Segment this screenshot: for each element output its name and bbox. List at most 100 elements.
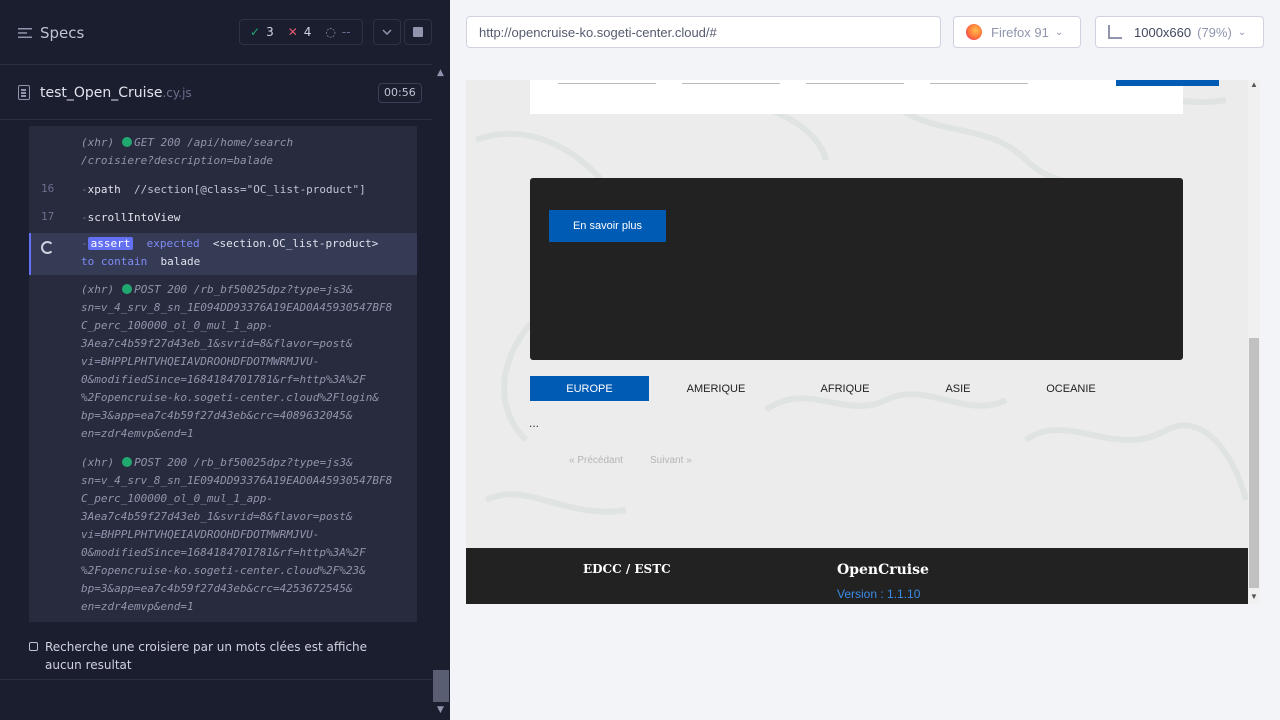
xhr-url-cont: sn=v_4_srv_8_sn_1E094DD93376A19EAD0A4593… <box>81 301 393 314</box>
status-dot-icon <box>122 284 133 294</box>
cross-icon: ✕ <box>287 25 298 39</box>
scroll-up-icon[interactable]: ▲ <box>437 68 444 78</box>
tab-asie[interactable]: ASIE <box>921 376 995 401</box>
status-dot-icon <box>122 457 133 467</box>
spinner-icon: ◌ <box>325 25 336 39</box>
scroll-up-icon[interactable]: ▲ <box>1250 80 1258 89</box>
tab-amerique[interactable]: AMERIQUE <box>666 376 766 401</box>
xhr-url-cont: C_perc_100000_ol_0_mul_1_app- <box>81 319 274 332</box>
viewport-info[interactable]: 1000x660 (79%) ⌄ <box>1095 16 1264 48</box>
chevron-down-icon: ⌄ <box>1054 26 1064 38</box>
scrollbar-thumb[interactable] <box>433 670 449 702</box>
status-dot-icon <box>122 137 133 147</box>
command-row[interactable]: 16 -xpath //section[@class="OC_list-prod… <box>29 179 417 201</box>
pager-previous[interactable]: « Précédant <box>569 455 623 466</box>
test-status-icon <box>29 642 38 651</box>
runner-scrollbar[interactable] <box>432 64 450 720</box>
xhr-url-cont: en=zdr4emvp&end=1 <box>81 600 194 613</box>
spec-file-header: test_Open_Cruise.cy.js 00:56 <box>0 64 450 120</box>
pending-count: -- <box>341 25 351 39</box>
learn-more-button[interactable]: En savoir plus <box>549 210 666 242</box>
aut-panel: http://opencruise-ko.sogeti-center.cloud… <box>450 0 1280 720</box>
assert-verb: to contain <box>81 255 148 268</box>
tab-afrique[interactable]: AFRIQUE <box>796 376 894 401</box>
search-field[interactable] <box>558 80 656 84</box>
xhr-url-cont: sn=v_4_srv_8_sn_1E094DD93376A19EAD0A4593… <box>81 474 393 487</box>
promo-banner: En savoir plus <box>530 178 1183 360</box>
command-name: scrollIntoView <box>87 211 181 224</box>
chevron-down-icon: ⌄ <box>1237 26 1247 38</box>
xhr-url-cont: 0&modifiedSince=1684184701781&rf=http%3A… <box>81 373 366 386</box>
search-field[interactable] <box>930 80 1028 84</box>
search-field[interactable] <box>806 80 904 84</box>
specs-title[interactable]: Specs <box>40 24 84 42</box>
xhr-url-cont: 3Aea7c4b59f27d43eb_1&svrid=8&flavor=post… <box>81 337 353 350</box>
command-number: 16 <box>41 182 55 195</box>
xhr-method: POST <box>134 283 161 296</box>
xhr-url-cont: bp=3&app=ea7c4b59f27d43eb&crc=4253672545… <box>81 582 353 595</box>
viewport-scale: (79%) <box>1197 24 1232 40</box>
pager-next[interactable]: Suivant » <box>650 455 692 466</box>
ruler-icon <box>1108 25 1122 39</box>
url-bar[interactable]: http://opencruise-ko.sogeti-center.cloud… <box>466 16 941 48</box>
assert-expected: expected <box>146 237 200 250</box>
failed-count: 4 <box>303 25 312 39</box>
xhr-url: /rb_bf50025dpz?type=js3& <box>193 283 353 296</box>
file-icon <box>18 85 30 100</box>
runner-panel: Specs ✓ 3 ✕ 4 ◌ -- test_Open_Cruise.cy.j… <box>0 0 450 720</box>
app-viewport: En savoir plus EUROPE AMERIQUE AFRIQUE A… <box>466 80 1260 604</box>
search-field[interactable] <box>682 80 780 84</box>
footer-version[interactable]: Version : 1.1.10 <box>837 587 920 601</box>
chevron-down-icon <box>382 29 392 35</box>
assert-subject: <section.OC_list-product> <box>212 237 379 250</box>
xhr-url-cont: /croisiere?description=balade <box>81 154 274 167</box>
xhr-status: 200 <box>167 456 188 469</box>
scroll-down-icon[interactable]: ▼ <box>1250 592 1258 601</box>
command-message: //section[@class="OC_list-product"] <box>134 183 366 196</box>
xhr-status: 200 <box>167 283 188 296</box>
scrollbar-thumb[interactable] <box>1249 338 1259 588</box>
command-number: 17 <box>41 210 55 223</box>
xhr-url-cont: %2Fopencruise-ko.sogeti-center.cloud%2F%… <box>81 564 366 577</box>
divider <box>0 679 432 680</box>
xhr-url-cont: %2Fopencruise-ko.sogeti-center.cloud%2Fl… <box>81 391 380 404</box>
xhr-url-cont: bp=3&app=ea7c4b59f27d43eb&crc=4089632045… <box>81 409 353 422</box>
command-log: (xhr) GET 200 /api/home/search /croisiere… <box>29 126 417 622</box>
test-title: Recherche une croisiere par un mots clée… <box>45 640 368 672</box>
xhr-label: (xhr) <box>81 136 115 149</box>
xhr-label: (xhr) <box>81 283 115 296</box>
scroll-down-icon[interactable]: ▼ <box>437 705 444 715</box>
specs-header: Specs ✓ 3 ✕ 4 ◌ -- <box>0 0 450 64</box>
command-row-active[interactable]: - assert expected <section.OC_list-produc… <box>29 233 417 275</box>
menu-icon[interactable] <box>18 28 32 38</box>
xhr-url-cont: C_perc_100000_ol_0_mul_1_app- <box>81 492 274 505</box>
search-button[interactable] <box>1116 80 1219 86</box>
browser-name: Firefox 91 <box>991 24 1049 40</box>
xhr-url-cont: en=zdr4emvp&end=1 <box>81 427 194 440</box>
stop-button[interactable] <box>404 19 432 45</box>
command-row[interactable]: (xhr) POST 200 /rb_bf50025dpz?type=js3& s… <box>29 281 417 447</box>
xhr-url-cont: 0&modifiedSince=1684184701781&rf=http%3A… <box>81 546 366 559</box>
assert-badge: assert <box>87 237 134 250</box>
xhr-url-cont: vi=BHPPLPHTVHQEIAVDROOHDFDOTMWRMJVU- <box>81 528 320 541</box>
xhr-method: GET <box>134 136 154 149</box>
tab-europe[interactable]: EUROPE <box>530 376 649 401</box>
test-stats: ✓ 3 ✕ 4 ◌ -- <box>239 19 363 45</box>
search-card <box>530 80 1219 114</box>
viewport-size: 1000x660 <box>1134 24 1192 40</box>
command-row[interactable]: (xhr) GET 200 /api/home/search /croisiere… <box>29 134 417 174</box>
xhr-status: 200 <box>160 136 181 149</box>
viewport-scrollbar[interactable]: ▲ ▼ <box>1248 80 1260 604</box>
footer-brand: OpenCruise <box>837 562 929 578</box>
xhr-url-cont: vi=BHPPLPHTVHQEIAVDROOHDFDOTMWRMJVU- <box>81 355 320 368</box>
browser-selector[interactable]: Firefox 91 ⌄ <box>953 16 1081 48</box>
footer-edcc: EDCC / ESTC <box>583 562 671 576</box>
expand-button[interactable] <box>373 19 401 45</box>
xhr-url-cont: 3Aea7c4b59f27d43eb_1&svrid=8&flavor=post… <box>81 510 353 523</box>
results-placeholder: ... <box>529 416 540 430</box>
command-row[interactable]: 17 -scrollIntoView <box>29 207 417 229</box>
command-row[interactable]: (xhr) POST 200 /rb_bf50025dpz?type=js3& s… <box>29 454 417 620</box>
spec-file-name[interactable]: test_Open_Cruise.cy.js <box>40 85 192 101</box>
spec-file-ext: .cy.js <box>162 86 192 100</box>
tab-oceanie[interactable]: OCEANIE <box>1022 376 1120 401</box>
